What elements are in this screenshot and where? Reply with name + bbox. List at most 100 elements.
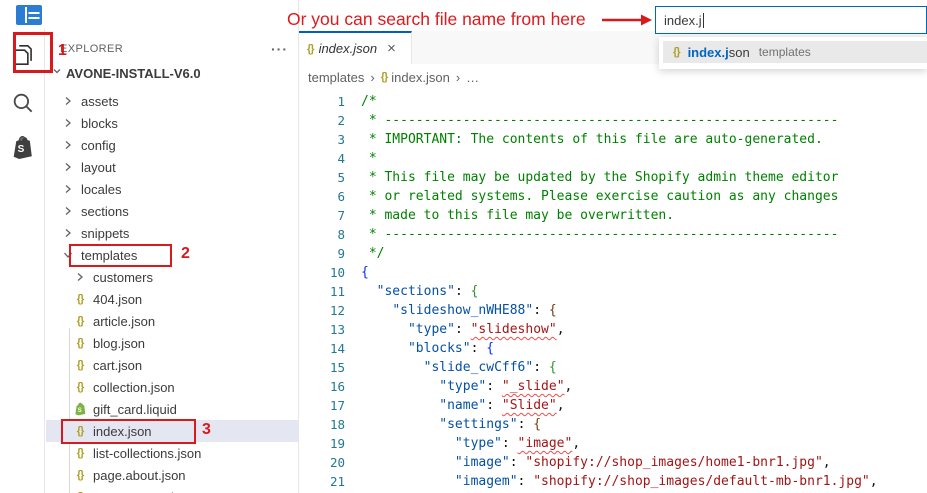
code-text: "imagem": "shopify://shop_images/default… [349, 472, 878, 491]
svg-text:S: S [17, 144, 24, 155]
line-number: 17 [299, 396, 349, 415]
tree-item-label: page.about.json [93, 468, 186, 483]
activity-bar: S [0, 28, 45, 493]
code-line-11[interactable]: 11 "sections": { [299, 282, 927, 301]
tree-item-page-contact-json[interactable]: {} page.contact.json [46, 486, 298, 493]
line-number: 6 [299, 187, 349, 206]
tree-item-config[interactable]: config [46, 134, 298, 156]
tree-item-gift-card-liquid[interactable]: Sgift_card.liquid [46, 398, 298, 420]
chevron-right-icon [60, 181, 76, 197]
code-line-5[interactable]: 5 * This file may be updated by the Shop… [299, 168, 927, 187]
tree-item-blog-json[interactable]: {}blog.json [46, 332, 298, 354]
tree-item-blocks[interactable]: blocks [46, 112, 298, 134]
result-rest-text: son [729, 45, 750, 60]
explorer-files-icon[interactable] [0, 36, 45, 74]
code-editor[interactable]: 1/*2 * ---------------------------------… [299, 92, 927, 493]
code-line-6[interactable]: 6 * or related systems. Please exercise … [299, 187, 927, 206]
line-number: 21 [299, 472, 349, 491]
code-line-8[interactable]: 8 * ------------------------------------… [299, 225, 927, 244]
json-icon: {} [72, 489, 88, 493]
code-line-1[interactable]: 1/* [299, 92, 927, 111]
code-line-17[interactable]: 17 "name": "Slide", [299, 396, 927, 415]
tree-item-label: config [81, 138, 116, 153]
tree-item-page-about-json[interactable]: {}page.about.json [46, 464, 298, 486]
tree-item-article-json[interactable]: {} article.json [46, 310, 298, 332]
quick-open-input[interactable]: index.j [655, 6, 927, 34]
json-icon: {} [72, 379, 88, 395]
code-text: /* [349, 92, 377, 111]
code-text: * [349, 149, 377, 168]
code-line-15[interactable]: 15 "slide_cwCff6": { [299, 358, 927, 377]
code-text: "slideshow_nWHE88": { [349, 301, 557, 320]
code-line-3[interactable]: 3 * IMPORTANT: The contents of this file… [299, 130, 927, 149]
tree-item-label: customers [93, 270, 153, 285]
line-number: 11 [299, 282, 349, 301]
json-icon: {} [381, 71, 388, 83]
tree-item-locales[interactable]: locales [46, 178, 298, 200]
tree-item-assets[interactable]: assets [46, 90, 298, 112]
code-line-18[interactable]: 18 "settings": { [299, 415, 927, 434]
tree-item-label: list-collections.json [93, 446, 201, 461]
code-line-10[interactable]: 10{ [299, 263, 927, 282]
tree-item-sections[interactable]: sections [46, 200, 298, 222]
code-line-19[interactable]: 19 "type": "image", [299, 434, 927, 453]
chevron-right-icon [60, 225, 76, 241]
explorer-header: EXPLORER ··· [60, 40, 288, 58]
quick-open-result-index-json[interactable]: {} index.j son templates [663, 41, 927, 63]
code-text: */ [349, 244, 384, 263]
chevron-right-icon [72, 269, 88, 285]
code-line-21[interactable]: 21 "imagem": "shopify://shop_images/defa… [299, 472, 927, 491]
line-number: 8 [299, 225, 349, 244]
code-text: * This file may be updated by the Shopif… [349, 168, 838, 187]
tree-item-templates[interactable]: templates [46, 244, 298, 266]
tree-item-list-collections-json[interactable]: {} list-collections.json [46, 442, 298, 464]
tree-item-label: cart.json [93, 358, 142, 373]
breadcrumb-item-2[interactable]: … [466, 70, 479, 85]
code-text: { [349, 263, 369, 282]
tree-item-layout[interactable]: layout [46, 156, 298, 178]
breadcrumb-separator: › [456, 70, 460, 85]
tree-item-label: page.contact.json [93, 490, 195, 493]
code-line-12[interactable]: 12 "slideshow_nWHE88": { [299, 301, 927, 320]
search-icon[interactable] [0, 84, 45, 122]
tree-item-cart-json[interactable]: {}cart.json [46, 354, 298, 376]
tree-item-index-json[interactable]: {}index.json [46, 420, 298, 442]
code-line-4[interactable]: 4 * [299, 149, 927, 168]
chevron-right-icon [60, 137, 76, 153]
more-actions-icon[interactable]: ··· [271, 41, 288, 57]
tree-item-customers[interactable]: customers [46, 266, 298, 288]
tab-index-json[interactable]: {} index.json × [299, 31, 412, 64]
chevron-right-icon [60, 159, 76, 175]
tree-item-collection-json[interactable]: {}collection.json [46, 376, 298, 398]
breadcrumb-item-1[interactable]: index.json [391, 70, 450, 85]
tree-item-label: blog.json [93, 336, 145, 351]
line-number: 20 [299, 453, 349, 472]
tree-item-label: article.json [93, 314, 155, 329]
result-detail-text: templates [759, 45, 811, 59]
tab-label: index.json [319, 41, 378, 56]
tree-item-404-json[interactable]: {}404.json [46, 288, 298, 310]
code-line-20[interactable]: 20 "image": "shopify://shop_images/home1… [299, 453, 927, 472]
code-line-14[interactable]: 14 "blocks": { [299, 339, 927, 358]
json-icon: {} [72, 445, 88, 461]
code-line-2[interactable]: 2 * ------------------------------------… [299, 111, 927, 130]
breadcrumb-item-0[interactable]: templates [308, 70, 364, 85]
json-icon: {} [72, 313, 88, 329]
code-line-13[interactable]: 13 "type": "slideshow", [299, 320, 927, 339]
close-icon[interactable]: × [387, 41, 396, 56]
breadcrumb-separator: › [370, 70, 374, 85]
tree-item-label: blocks [81, 116, 118, 131]
chevron-right-icon [60, 115, 76, 131]
root-folder-row[interactable]: AVONE-INSTALL-V6.0 [46, 62, 298, 84]
line-number: 9 [299, 244, 349, 263]
code-text: "type": "slideshow", [349, 320, 565, 339]
code-line-9[interactable]: 9 */ [299, 244, 927, 263]
tree-item-label: index.json [93, 424, 152, 439]
code-line-16[interactable]: 16 "type": "_slide", [299, 377, 927, 396]
shopify-icon[interactable]: S [0, 128, 45, 166]
code-line-7[interactable]: 7 * made to this file may be overwritten… [299, 206, 927, 225]
tree-item-snippets[interactable]: snippets [46, 222, 298, 244]
line-number: 7 [299, 206, 349, 225]
line-number: 3 [299, 130, 349, 149]
code-text: * --------------------------------------… [349, 225, 838, 244]
